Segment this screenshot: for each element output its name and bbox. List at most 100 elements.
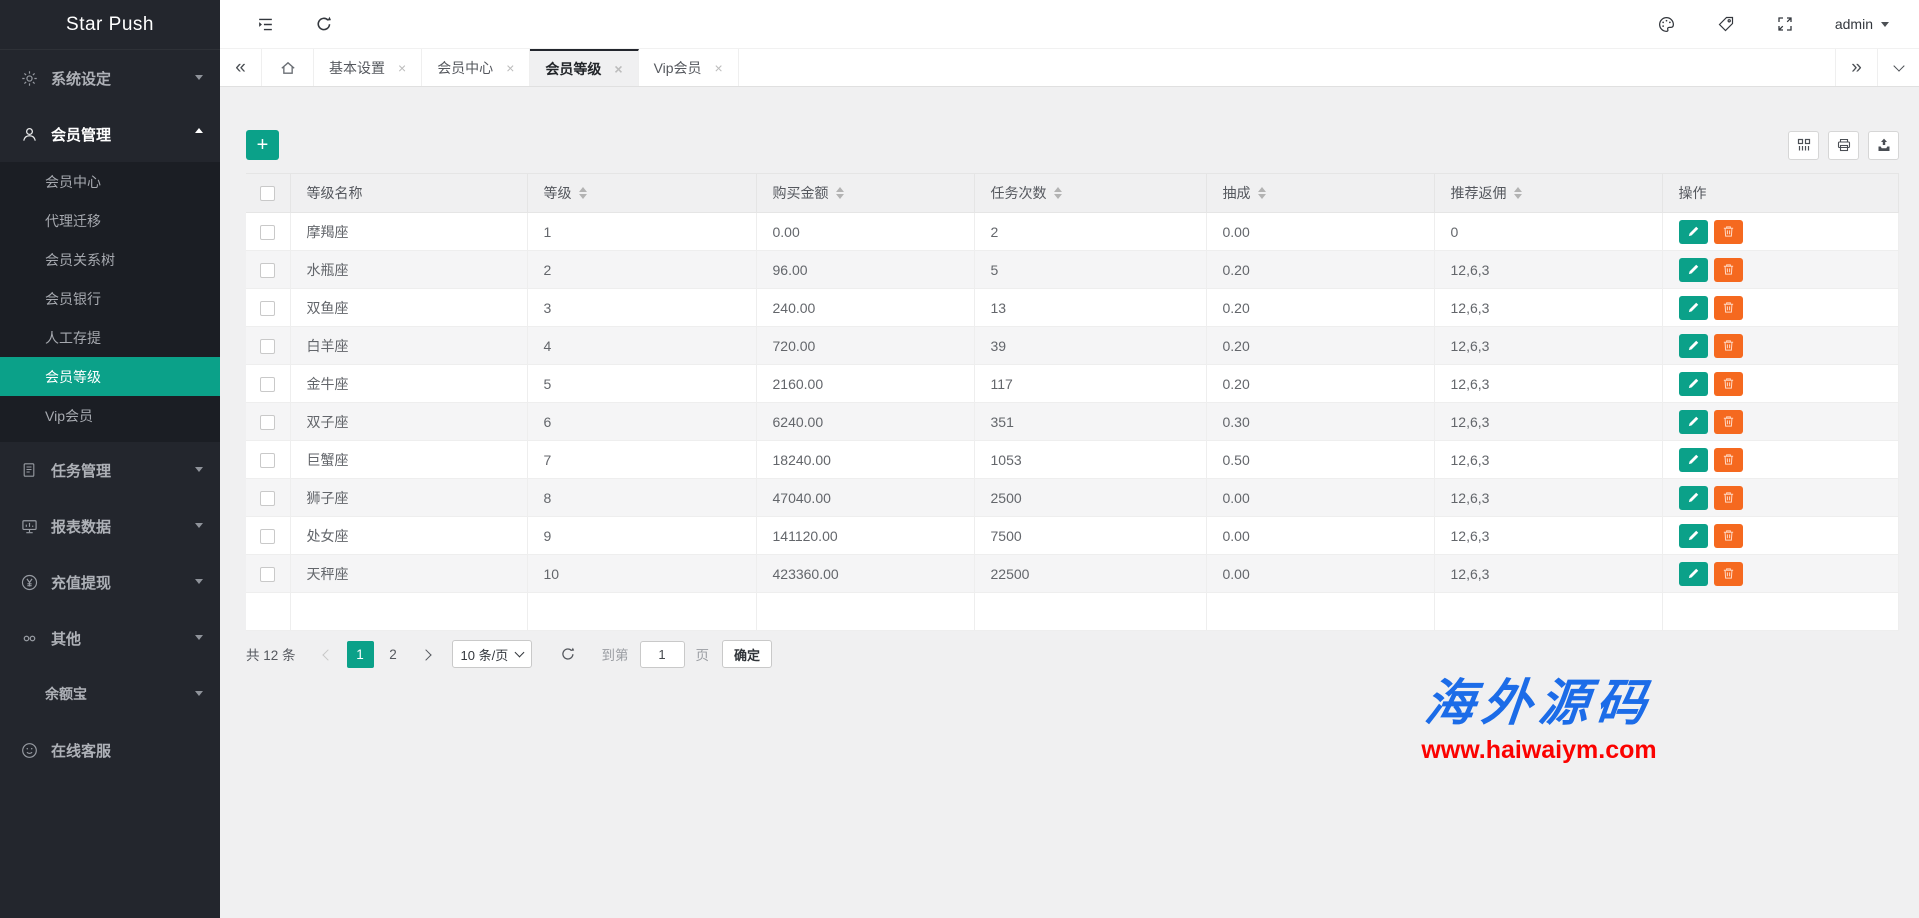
tabs-scroll-left-button[interactable]: « <box>220 49 262 86</box>
sort-icon[interactable] <box>1054 187 1062 199</box>
row-checkbox[interactable] <box>260 491 275 506</box>
cell-task-count: 351 <box>974 403 1206 441</box>
refresh-icon[interactable] <box>315 15 333 33</box>
sidebar-item-task-management[interactable]: 任务管理 <box>0 442 220 498</box>
delete-button[interactable] <box>1714 296 1743 320</box>
delete-button[interactable] <box>1714 258 1743 282</box>
tab-label: Vip会员 <box>654 58 702 78</box>
close-icon[interactable]: × <box>506 61 514 75</box>
member-submenu: 会员中心 代理迁移 会员关系树 会员银行 人工存提 会员等级 Vip会员 <box>0 162 220 442</box>
add-button[interactable]: + <box>246 130 279 160</box>
columns-filter-button[interactable] <box>1788 131 1819 160</box>
delete-button[interactable] <box>1714 372 1743 396</box>
chevron-down-icon <box>514 647 524 657</box>
sidebar-item-online-service[interactable]: 在线客服 <box>0 722 220 778</box>
edit-button[interactable] <box>1679 448 1708 472</box>
delete-button[interactable] <box>1714 334 1743 358</box>
menu-collapse-icon[interactable] <box>256 15 275 34</box>
export-button[interactable] <box>1868 131 1899 160</box>
row-checkbox[interactable] <box>260 529 275 544</box>
row-checkbox[interactable] <box>260 263 275 278</box>
delete-button[interactable] <box>1714 410 1743 434</box>
row-checkbox[interactable] <box>260 567 275 582</box>
tab[interactable]: 会员等级 × <box>530 49 638 86</box>
sidebar-item-system-settings[interactable]: 系统设定 <box>0 50 220 106</box>
page-number-button[interactable]: 1 <box>347 641 374 668</box>
row-checkbox[interactable] <box>260 339 275 354</box>
column-header-level[interactable]: 等级 <box>527 174 756 213</box>
sidebar-subitem[interactable]: 会员中心 <box>0 162 220 201</box>
column-header-buy-amount[interactable]: 购买金额 <box>756 174 974 213</box>
next-page-button[interactable] <box>422 647 430 662</box>
row-checkbox[interactable] <box>260 377 275 392</box>
prev-page-button[interactable] <box>324 647 332 662</box>
tag-icon[interactable] <box>1717 15 1735 33</box>
row-checkbox-cell <box>246 441 290 479</box>
row-checkbox-cell <box>246 365 290 403</box>
sidebar-subitem[interactable]: 会员银行 <box>0 279 220 318</box>
delete-button[interactable] <box>1714 448 1743 472</box>
edit-button[interactable] <box>1679 258 1708 282</box>
column-header-commission[interactable]: 抽成 <box>1206 174 1434 213</box>
tab[interactable]: 基本设置 × <box>314 49 422 86</box>
home-tab-button[interactable] <box>262 49 314 86</box>
row-checkbox[interactable] <box>260 301 275 316</box>
tab[interactable]: Vip会员 × <box>639 49 739 86</box>
sidebar-item-report-data[interactable]: 报表数据 <box>0 498 220 554</box>
sidebar-subitem[interactable]: Vip会员 <box>0 396 220 435</box>
delete-button[interactable] <box>1714 486 1743 510</box>
close-icon[interactable]: × <box>715 61 723 75</box>
sidebar-subitem-label: 人工存提 <box>45 328 101 348</box>
column-header-level-name: 等级名称 <box>290 174 527 213</box>
edit-button[interactable] <box>1679 220 1708 244</box>
row-checkbox[interactable] <box>260 453 275 468</box>
edit-button[interactable] <box>1679 524 1708 548</box>
close-icon[interactable]: × <box>398 61 406 75</box>
sidebar-item-other[interactable]: 其他 <box>0 610 220 666</box>
sidebar-subitem[interactable]: 会员关系树 <box>0 240 220 279</box>
sidebar-subitem[interactable]: 代理迁移 <box>0 201 220 240</box>
pagination: 共 12 条 12 10 条/页 到第 页 确定 <box>246 640 1899 668</box>
column-header-task-count[interactable]: 任务次数 <box>974 174 1206 213</box>
tab[interactable]: 会员中心 × <box>422 49 530 86</box>
user-menu[interactable]: admin <box>1835 16 1889 32</box>
sidebar-subitem[interactable]: 会员等级 <box>0 357 220 396</box>
sort-icon[interactable] <box>579 187 587 199</box>
table-row: 天秤座 10 423360.00 22500 0.00 12,6,3 <box>246 555 1899 593</box>
sidebar-subitem-label: 会员银行 <box>45 289 101 309</box>
tabs-scroll-right-button[interactable]: » <box>1835 49 1877 86</box>
tab-label: 会员中心 <box>437 58 493 78</box>
sidebar-item-member-management[interactable]: 会员管理 <box>0 106 220 162</box>
edit-button[interactable] <box>1679 486 1708 510</box>
select-all-checkbox[interactable] <box>260 186 275 201</box>
edit-button[interactable] <box>1679 410 1708 434</box>
delete-button[interactable] <box>1714 220 1743 244</box>
fullscreen-icon[interactable] <box>1776 15 1794 33</box>
page-number-button[interactable]: 2 <box>380 641 407 668</box>
page-size-select[interactable]: 10 条/页 <box>452 640 532 668</box>
sidebar-subitem[interactable]: 人工存提 <box>0 318 220 357</box>
pagination-refresh-icon[interactable] <box>560 646 576 662</box>
sort-icon[interactable] <box>836 187 844 199</box>
edit-button[interactable] <box>1679 334 1708 358</box>
tabs-menu-button[interactable] <box>1877 49 1919 86</box>
close-icon[interactable]: × <box>614 62 622 76</box>
sidebar-item-recharge-withdraw[interactable]: 充值提现 <box>0 554 220 610</box>
sidebar-item-yuebao[interactable]: 余额宝 <box>0 666 220 722</box>
confirm-button[interactable]: 确定 <box>722 640 772 668</box>
delete-button[interactable] <box>1714 524 1743 548</box>
sort-icon[interactable] <box>1258 187 1266 199</box>
row-checkbox[interactable] <box>260 225 275 240</box>
table-row: 处女座 9 141120.00 7500 0.00 12,6,3 <box>246 517 1899 555</box>
print-button[interactable] <box>1828 131 1859 160</box>
edit-button[interactable] <box>1679 372 1708 396</box>
edit-button[interactable] <box>1679 296 1708 320</box>
edit-button[interactable] <box>1679 562 1708 586</box>
palette-icon[interactable] <box>1657 15 1676 34</box>
column-header-referral-rebate[interactable]: 推荐返佣 <box>1434 174 1662 213</box>
delete-button[interactable] <box>1714 562 1743 586</box>
cell-commission: 0.00 <box>1206 479 1434 517</box>
sort-icon[interactable] <box>1514 187 1522 199</box>
row-checkbox[interactable] <box>260 415 275 430</box>
goto-page-input[interactable] <box>640 641 685 668</box>
